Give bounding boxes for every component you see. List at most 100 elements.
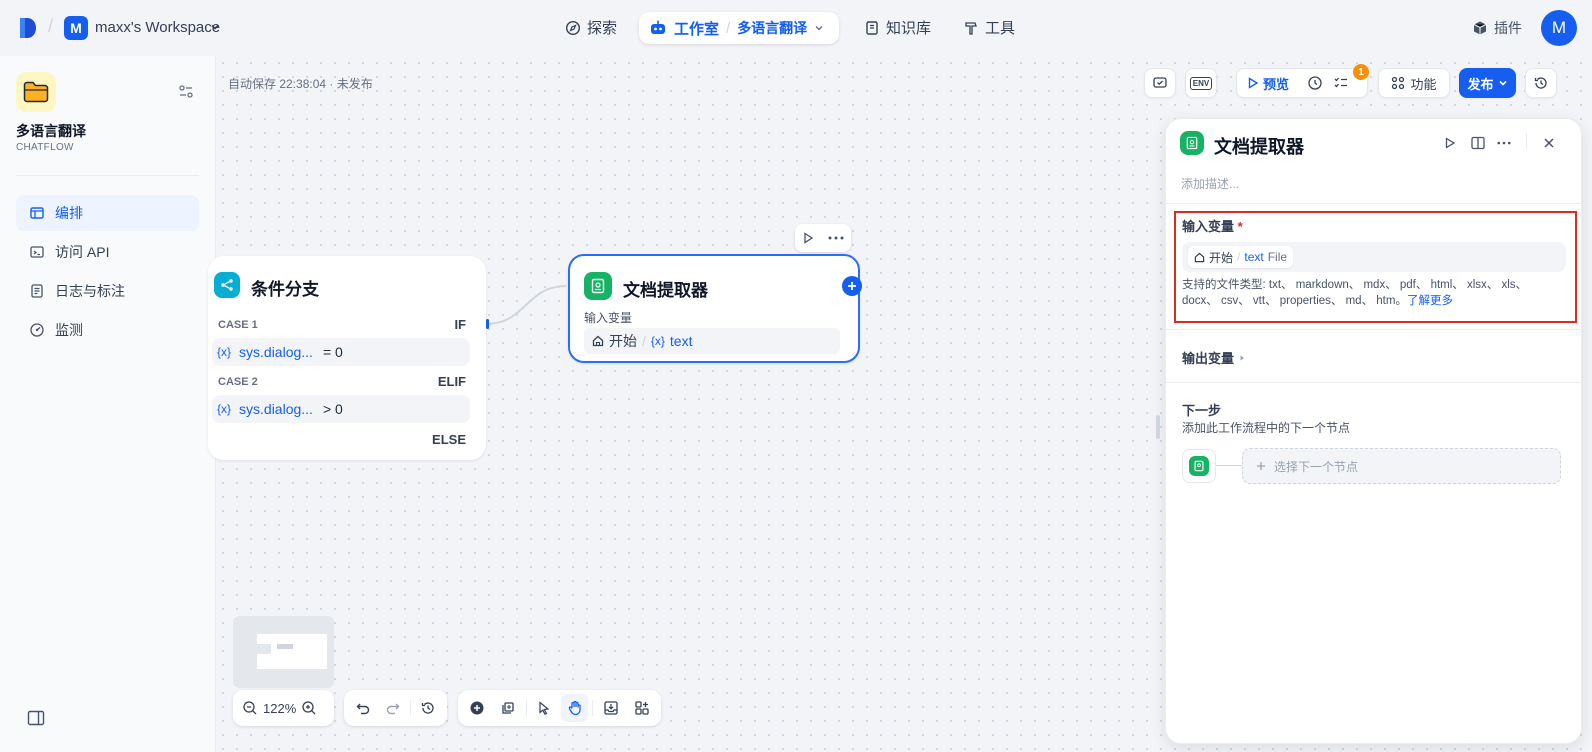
minimap-node — [277, 644, 293, 649]
current-app-label[interactable]: 多语言翻译 — [737, 18, 807, 38]
workspace-name[interactable]: maxx's Workspace — [95, 19, 220, 36]
run-node-icon[interactable] — [802, 232, 814, 244]
nav-knowledge[interactable]: 知识库 — [864, 17, 931, 38]
condition-row-2: {x} sys.dialog... > 0 — [212, 395, 470, 423]
sidebar-item-api[interactable]: 访问 API — [16, 234, 199, 270]
add-next-node-handle[interactable] — [842, 276, 862, 296]
nav-explore[interactable]: 探索 — [565, 17, 617, 38]
zoom-level[interactable]: 122% — [263, 701, 296, 716]
auto-layout-icon[interactable] — [628, 694, 655, 722]
condition-variable: sys.dialog... — [239, 344, 313, 360]
select-next-node-button[interactable]: 选择下一个节点 — [1242, 448, 1561, 484]
breadcrumb-separator: / — [48, 16, 54, 36]
description-input[interactable]: 添加描述... — [1181, 175, 1239, 192]
sidebar-divider — [16, 175, 199, 176]
plugins-label: 插件 — [1494, 20, 1522, 36]
if-output-handle[interactable] — [486, 319, 489, 329]
nav-studio-pill[interactable]: 工作室 / 多语言翻译 — [639, 12, 839, 44]
more-icon[interactable] — [1497, 141, 1511, 145]
canvas-minimap[interactable] — [233, 616, 334, 688]
toolbar-divider — [410, 700, 411, 716]
chat-check-icon — [1152, 75, 1168, 91]
version-history-button[interactable] — [1525, 68, 1557, 98]
user-avatar[interactable]: M — [1541, 10, 1577, 46]
sidebar-item-orchestrate[interactable]: 编排 — [16, 195, 199, 231]
if-else-node[interactable]: 条件分支 CASE 1 IF {x} sys.dialog... = 0 CAS… — [208, 256, 486, 460]
output-variable-toggle[interactable]: 输出变量 — [1182, 348, 1246, 367]
supported-file-types: 支持的文件类型: txt、 markdown、 mdx、 pdf、 html、 … — [1182, 277, 1566, 309]
features-button[interactable]: 功能 — [1378, 68, 1450, 98]
nav-tools[interactable]: 工具 — [963, 17, 1015, 38]
history-icon[interactable] — [415, 694, 441, 722]
chevron-down-icon[interactable] — [210, 22, 220, 32]
breadcrumb-separator: / — [726, 19, 731, 37]
workspace-avatar[interactable]: M — [64, 16, 88, 40]
play-icon[interactable] — [1247, 77, 1259, 89]
zoom-in-icon[interactable] — [298, 694, 320, 722]
output-variable-title: 输出变量 — [1182, 351, 1235, 366]
sidebar-item-logs[interactable]: 日志与标注 — [16, 273, 199, 309]
nav-explore-label: 探索 — [587, 20, 618, 37]
cube-icon — [1472, 20, 1488, 36]
add-note-icon[interactable] — [495, 694, 522, 722]
compass-icon — [565, 20, 581, 36]
folder-icon — [16, 72, 56, 112]
export-image-icon[interactable] — [597, 694, 624, 722]
doc-extractor-node[interactable]: 文档提取器 输入变量 开始 / {x} text — [568, 254, 860, 363]
if-keyword: IF — [454, 317, 466, 332]
caret-right-icon — [1238, 354, 1246, 362]
app-settings-icon[interactable] — [178, 84, 194, 100]
plugins-link[interactable]: 插件 — [1472, 18, 1522, 38]
book-icon — [864, 20, 880, 36]
gauge-icon — [29, 322, 45, 338]
sidebar-item-monitor[interactable]: 监测 — [16, 312, 199, 348]
zoom-out-icon[interactable] — [239, 694, 261, 722]
separator: / — [642, 333, 646, 349]
panel-title[interactable]: 文档提取器 — [1214, 133, 1304, 159]
condition-variable: sys.dialog... — [239, 401, 313, 417]
publish-button[interactable]: 发布 — [1459, 68, 1516, 98]
nav-studio-label[interactable]: 工作室 — [674, 18, 719, 39]
history-icon — [1533, 75, 1549, 91]
next-step-connector — [1216, 465, 1242, 466]
sidebar-collapse-icon[interactable] — [27, 710, 45, 726]
nav-knowledge-label: 知识库 — [886, 20, 932, 37]
separator: / — [1237, 250, 1241, 264]
node-settings-panel: 文档提取器 添加描述... 输入变量 * 开始 / text File 支持的文… — [1165, 118, 1582, 744]
undo-icon[interactable] — [350, 694, 376, 722]
run-history-icon[interactable] — [1307, 75, 1323, 91]
sidebar-item-label: 监测 — [55, 322, 83, 338]
select-next-node-label: 选择下一个节点 — [1274, 459, 1359, 474]
file-types-text: 支持的文件类型: txt、 markdown、 mdx、 pdf、 html、 … — [1182, 279, 1528, 307]
input-variable-selector[interactable]: 开始 / text File — [1182, 242, 1566, 272]
panel-resize-handle[interactable] — [1156, 415, 1160, 439]
variable-inspect-button[interactable] — [1144, 68, 1176, 98]
selected-variable-chip[interactable]: 开始 / text File — [1188, 246, 1294, 268]
redo-icon[interactable] — [380, 694, 406, 722]
more-icon[interactable] — [828, 236, 844, 240]
minimap-node — [257, 644, 271, 654]
run-node-icon[interactable] — [1444, 137, 1456, 149]
dify-logo-icon[interactable] — [18, 16, 38, 40]
condition-operator: > 0 — [322, 401, 343, 417]
variable-icon: {x} — [650, 334, 665, 348]
checklist-icon[interactable] — [1333, 75, 1349, 91]
hammer-icon — [963, 20, 979, 36]
toolbar-divider — [525, 700, 527, 716]
close-icon[interactable] — [1543, 137, 1555, 149]
sidebar-item-label: 日志与标注 — [55, 283, 125, 299]
add-node-icon[interactable] — [464, 694, 491, 722]
home-icon — [1194, 252, 1205, 263]
pointer-icon[interactable] — [531, 694, 558, 722]
node-action-toolbar — [795, 224, 851, 252]
chevron-down-icon[interactable] — [814, 23, 824, 33]
variable-icon: {x} — [217, 402, 232, 416]
docs-icon[interactable] — [1471, 136, 1485, 150]
node-connection-edge[interactable] — [486, 276, 566, 336]
env-button[interactable]: ENV — [1185, 68, 1217, 98]
learn-more-link[interactable]: 了解更多 — [1407, 295, 1453, 307]
panel-divider — [1166, 382, 1581, 383]
top-navigation-bar: / M maxx's Workspace 探索 工作室 / 多语言翻译 知识库 … — [0, 0, 1592, 56]
preview-button[interactable]: 预览 — [1263, 74, 1289, 93]
hand-icon[interactable] — [561, 694, 589, 722]
